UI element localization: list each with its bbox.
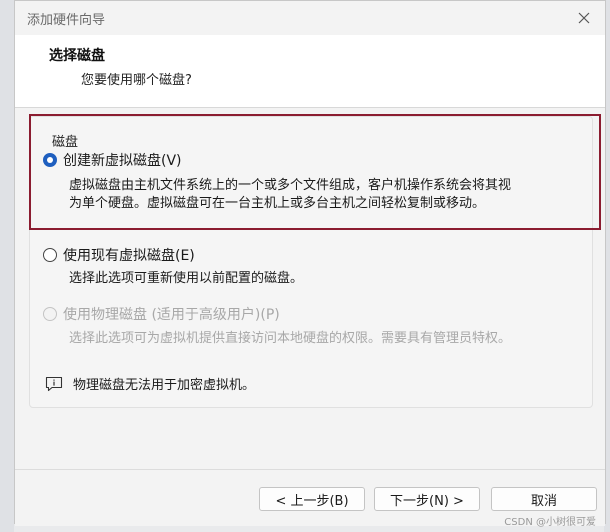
background-left bbox=[0, 0, 14, 532]
radio-use-existing[interactable] bbox=[43, 248, 57, 262]
back-button[interactable]: < 上一步(B) bbox=[259, 487, 365, 511]
create-new-description-line-2: 为单个硬盘。虚拟磁盘可在一台主机上或多台主机之间轻松复制或移动。 bbox=[69, 196, 486, 211]
use-existing-label: 使用现有虚拟磁盘(E) bbox=[63, 248, 195, 264]
add-hardware-wizard-dialog: 添加硬件向导 选择磁盘 您要使用哪个磁盘? 磁盘 创建新虚拟磁盘(V) 虚拟磁盘… bbox=[14, 0, 606, 526]
close-button[interactable] bbox=[573, 7, 595, 29]
use-physical-description: 选择此选项可为虚拟机提供直接访问本地硬盘的权限。需要具有管理员特权。 bbox=[69, 331, 512, 346]
use-existing-description: 选择此选项可重新使用以前配置的磁盘。 bbox=[69, 271, 304, 286]
title-bar: 添加硬件向导 bbox=[15, 1, 605, 35]
note-text: 物理磁盘无法用于加密虚拟机。 bbox=[73, 378, 256, 393]
create-new-virtual-disk-option[interactable]: 创建新虚拟磁盘(V) bbox=[43, 150, 182, 170]
cancel-button[interactable]: 取消 bbox=[491, 487, 597, 511]
create-new-label: 创建新虚拟磁盘(V) bbox=[63, 153, 182, 169]
next-button[interactable]: 下一步(N) > bbox=[374, 487, 480, 511]
page-title: 选择磁盘 bbox=[49, 48, 105, 64]
use-physical-disk-option: 使用物理磁盘 (适用于高级用户)(P) bbox=[43, 304, 280, 324]
page-subtitle: 您要使用哪个磁盘? bbox=[81, 73, 192, 88]
use-existing-virtual-disk-option[interactable]: 使用现有虚拟磁盘(E) bbox=[43, 245, 195, 265]
wizard-header: 选择磁盘 您要使用哪个磁盘? bbox=[15, 35, 605, 108]
info-comment-icon bbox=[45, 376, 63, 391]
encryption-note: 物理磁盘无法用于加密虚拟机。 bbox=[45, 374, 255, 393]
use-physical-label: 使用物理磁盘 (适用于高级用户)(P) bbox=[63, 307, 280, 323]
wizard-content: 磁盘 创建新虚拟磁盘(V) 虚拟磁盘由主机文件系统上的一个或多个文件组成，客户机… bbox=[15, 108, 605, 469]
watermark: CSDN @小树很可爱 bbox=[504, 517, 596, 528]
radio-create-new[interactable] bbox=[43, 153, 57, 167]
create-new-description-line-1: 虚拟磁盘由主机文件系统上的一个或多个文件组成，客户机操作系统会将其视 bbox=[69, 178, 512, 193]
radio-use-physical bbox=[43, 307, 57, 321]
window-title: 添加硬件向导 bbox=[27, 13, 106, 28]
close-icon bbox=[578, 12, 590, 24]
